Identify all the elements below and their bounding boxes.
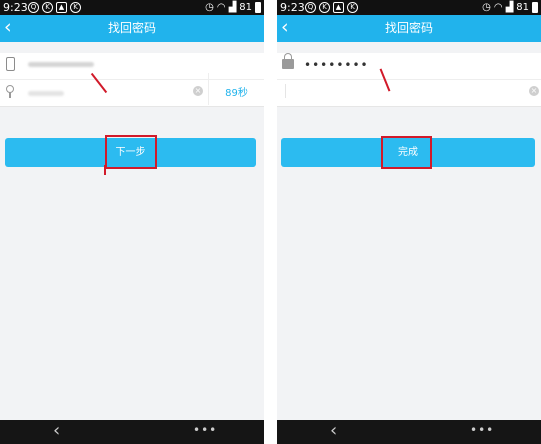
password-field[interactable]: •••••••• [304,57,369,73]
password-row[interactable]: •••••••• [277,53,541,79]
resend-countdown[interactable]: 89秒 [208,73,264,105]
confirm-field-icon [285,84,286,98]
title-bar: ‹ 找回密码 [0,15,264,42]
status-bar: 9:23 Q K ▲ K ◷ ◠ ▟ 81 [0,0,264,15]
signal-icon: ▟ [228,2,237,13]
alarm-icon: ◷ [482,2,491,13]
signal-icon: ▟ [505,2,514,13]
k-icon: K [319,2,330,13]
code-row[interactable]: × 89秒 [0,73,264,106]
nav-bar: ‹ ••• [0,420,264,444]
battery-icon [255,2,261,13]
more-icon[interactable]: ••• [193,422,217,438]
comparison-canvas: 9:23 Q K ▲ K ◷ ◠ ▟ 81 ‹ 找回密码 × 89秒 下一步 ‹… [0,0,541,444]
status-bar: 9:23 Q K ▲ K ◷ ◠ ▟ 81 [277,0,541,15]
verify-form: × 89秒 [0,53,264,107]
image-icon: ▲ [56,2,67,13]
next-button[interactable]: 下一步 [5,138,256,167]
k-icon: K [347,2,358,13]
k-icon: K [70,2,81,13]
page-title: 找回密码 [384,21,433,35]
clear-icon[interactable]: × [529,86,539,96]
battery-icon [532,2,538,13]
k-icon: K [42,2,53,13]
finish-button[interactable]: 完成 [281,138,535,167]
wifi-icon: ◠ [216,2,226,13]
status-right: ◷ ◠ ▟ 81 [482,0,538,15]
qq-icon: Q [305,2,316,13]
back-icon[interactable]: ‹ [53,421,60,441]
alarm-icon: ◷ [205,2,214,13]
title-bar: ‹ 找回密码 [277,15,541,42]
status-time: 9:23 [3,1,28,14]
clear-icon[interactable]: × [193,86,203,96]
status-time: 9:23 [280,1,305,14]
phone-number-blurred [28,62,94,67]
confirm-password-row[interactable]: × [277,79,541,106]
annotation-slash [104,165,106,175]
page-title: 找回密码 [107,21,156,35]
qq-icon: Q [28,2,39,13]
code-input-blurred[interactable] [28,91,64,96]
notification-icons: Q K ▲ K [305,2,358,13]
key-icon [6,85,14,98]
more-icon[interactable]: ••• [470,422,494,438]
battery-level: 81 [239,2,252,13]
notification-icons: Q K ▲ K [28,2,81,13]
status-right: ◷ ◠ ▟ 81 [205,0,261,15]
lock-icon [282,53,294,69]
wifi-icon: ◠ [493,2,503,13]
nav-bar: ‹ ••• [277,420,541,444]
image-icon: ▲ [333,2,344,13]
back-icon[interactable]: ‹ [330,421,337,441]
password-form: •••••••• × [277,53,541,107]
battery-level: 81 [516,2,529,13]
screen-new-password: 9:23 Q K ▲ K ◷ ◠ ▟ 81 ‹ 找回密码 •••••••• × … [277,0,541,444]
phone-icon [6,57,15,71]
screen-verify: 9:23 Q K ▲ K ◷ ◠ ▟ 81 ‹ 找回密码 × 89秒 下一步 ‹… [0,0,264,444]
